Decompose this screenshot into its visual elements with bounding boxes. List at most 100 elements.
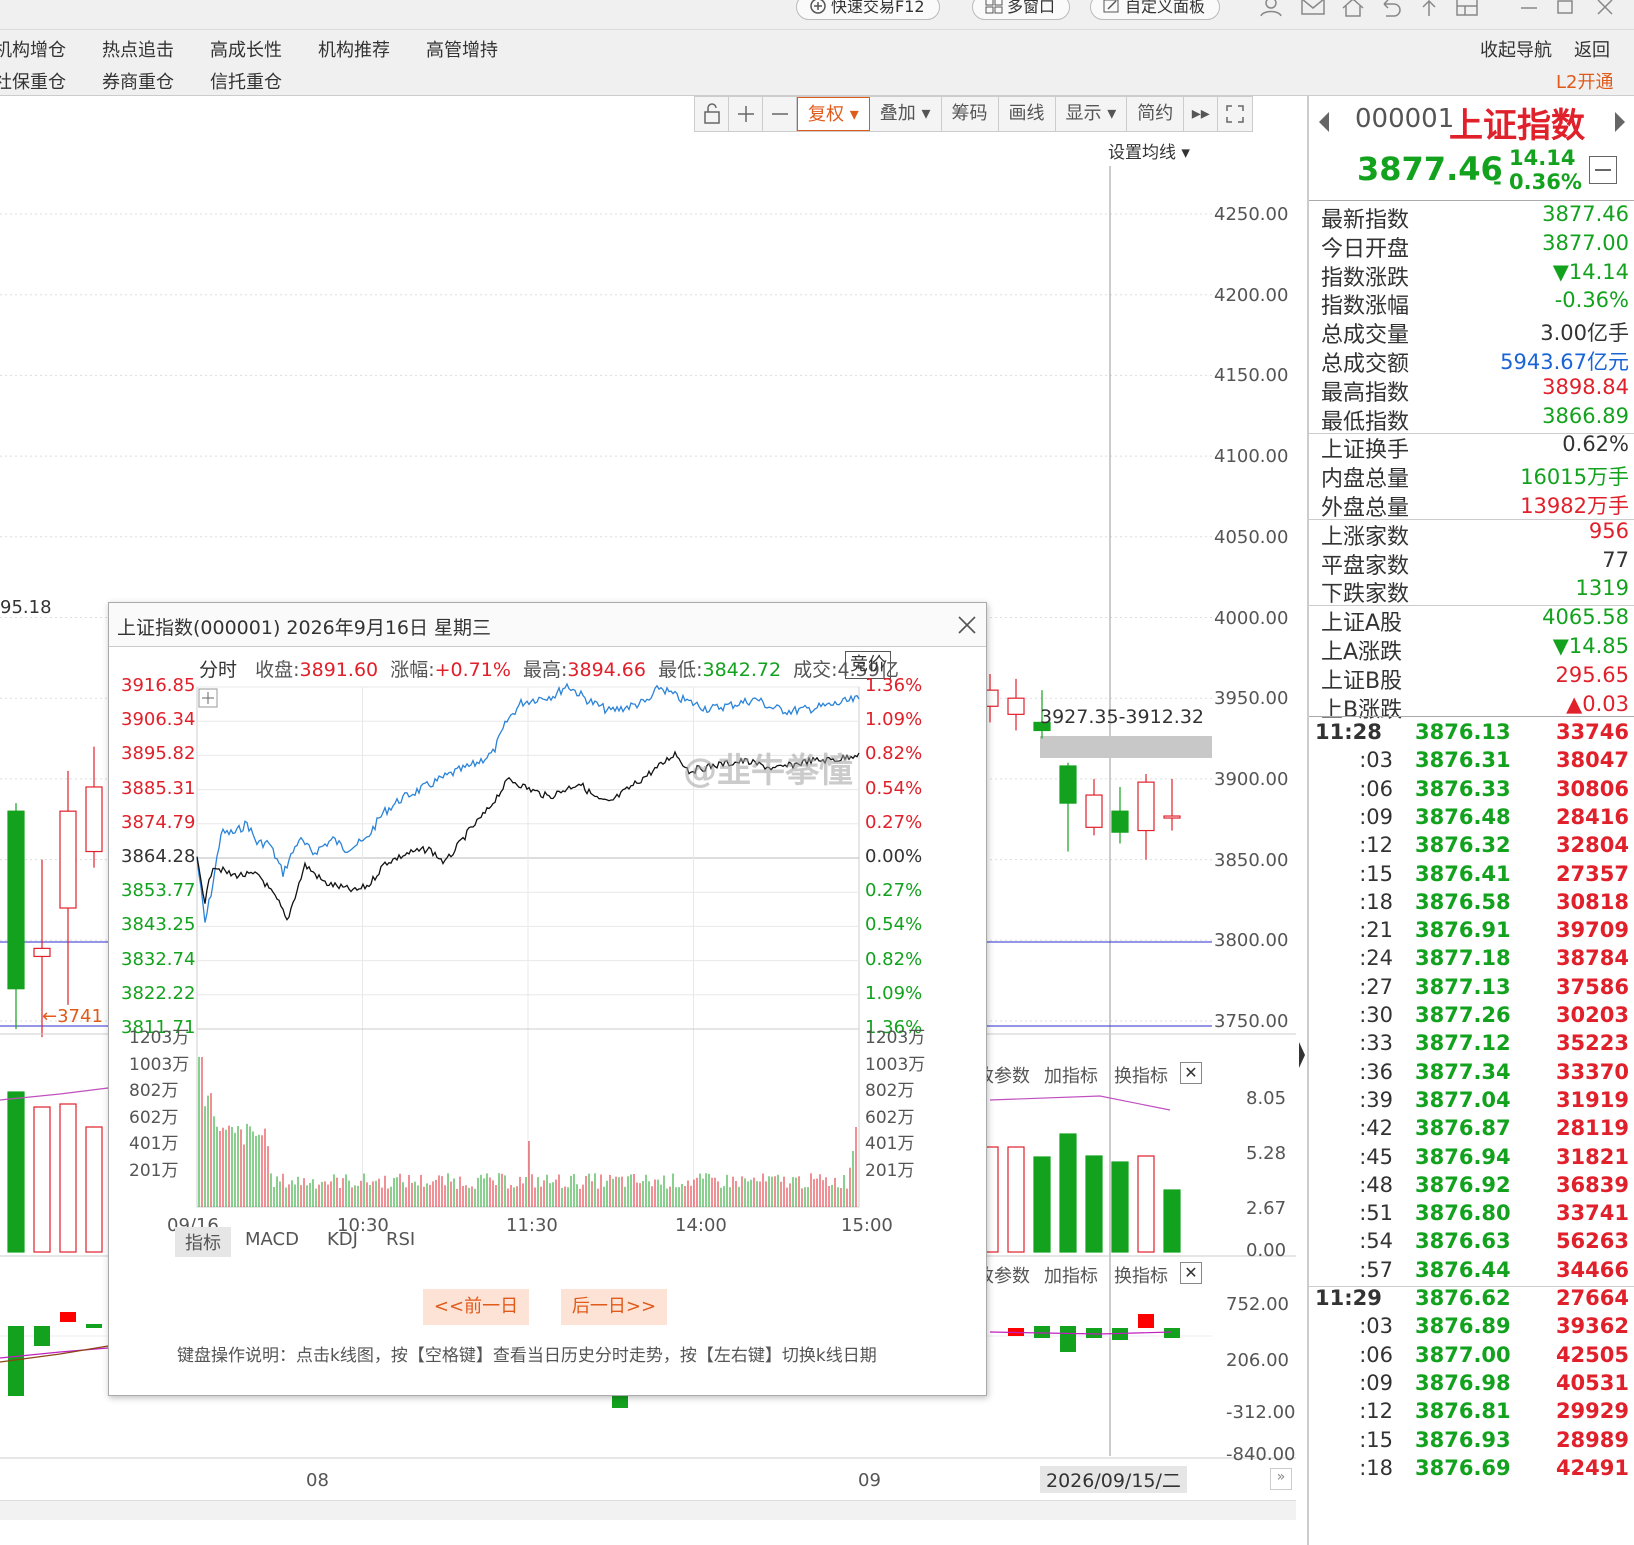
tab-rsi[interactable]: RSI [372, 1227, 429, 1257]
tab-indicator[interactable]: 指标 [175, 1227, 231, 1257]
tab-kdj[interactable]: KDJ [313, 1227, 372, 1257]
nav-item[interactable]: 高管增持 [426, 36, 498, 62]
tick-price: 3877.18 [1415, 946, 1511, 971]
fuquan-dropdown[interactable]: 复权 ▾ [797, 97, 870, 131]
tick-price: 3876.91 [1415, 918, 1511, 943]
multi-window-button[interactable]: 多窗口 [972, 0, 1071, 20]
maximize-icon[interactable] [1552, 0, 1578, 20]
nav-item[interactable]: 信托重仓 [210, 68, 282, 94]
add-indicator-tab[interactable]: 加指标 [1044, 1262, 1098, 1288]
tab-macd[interactable]: MACD [231, 1227, 313, 1257]
price-axis-label: 3900.00 [1214, 768, 1289, 790]
popup-pct-label: 1.09% [865, 709, 923, 731]
popup-pct-label: 0.27% [865, 880, 923, 902]
set-ma-dropdown[interactable]: 设置均线 ▾ [1108, 138, 1190, 163]
collapse-nav-link[interactable]: 收起导航 [1480, 36, 1552, 62]
close-window-icon[interactable] [1592, 0, 1618, 20]
popup-price-label: 3853.77 [121, 880, 196, 902]
popup-time-label: 11:30 [506, 1215, 558, 1236]
tick-row: :15 3876.41 27357 [1315, 862, 1634, 891]
tick-row: :57 3876.44 34466 [1315, 1258, 1634, 1287]
undo-icon[interactable] [1378, 0, 1404, 20]
tick-row: :30 3877.26 30203 [1315, 1003, 1634, 1032]
fast-forward-icon[interactable]: ▸▸ [1184, 97, 1219, 131]
tick-time: :51 [1359, 1201, 1393, 1226]
next-stock-icon[interactable] [1613, 110, 1627, 138]
tick-price: 3876.87 [1415, 1116, 1511, 1141]
close-subpanel-icon[interactable]: ✕ [1180, 1262, 1202, 1284]
nav-item[interactable]: 高成长性 [210, 36, 282, 62]
minimize-icon[interactable] [1516, 0, 1542, 20]
l2-open-link[interactable]: L2开通 [1556, 68, 1613, 94]
left-price-label: 95.18 [0, 597, 52, 618]
intraday-chart[interactable] [109, 603, 986, 1395]
intraday-popup[interactable]: 上证指数(000001) 2026年9月16日 星期三 分时 收盘:3891.6… [108, 602, 987, 1396]
tick-price: 3877.12 [1415, 1031, 1511, 1056]
tick-volume: 28119 [1555, 1116, 1629, 1141]
next-day-button[interactable]: 后一日>> [561, 1289, 667, 1325]
title-bar: 快速交易F12 多窗口 自定义面板 [0, 0, 1634, 30]
zoom-out-icon[interactable] [763, 97, 797, 131]
quote-label: 上B涨跌 [1321, 697, 1403, 723]
horizontal-scrollbar[interactable] [0, 1500, 1296, 1520]
add-indicator-tab[interactable]: 加指标 [1044, 1062, 1098, 1088]
volume-bar [1163, 1189, 1181, 1253]
lock-icon[interactable] [695, 97, 729, 131]
overlay-dropdown[interactable]: 叠加 ▾ [870, 97, 942, 131]
quick-trade-button[interactable]: 快速交易F12 [796, 0, 940, 20]
tick-volume: 39362 [1555, 1314, 1629, 1339]
scroll-right-icon[interactable]: » [1270, 1468, 1292, 1490]
zoom-in-icon[interactable] [729, 97, 763, 131]
ma-line [989, 1095, 1171, 1111]
panel-toggle-icon[interactable] [1298, 1040, 1306, 1070]
display-dropdown[interactable]: 显示 ▾ [1056, 97, 1128, 131]
tick-price: 3876.31 [1415, 748, 1511, 773]
price-axis-label: 4100.00 [1214, 446, 1289, 468]
custom-panel-button[interactable]: 自定义面板 [1090, 0, 1221, 20]
range-label: 3927.35-3912.32 [1040, 706, 1204, 728]
prev-stock-icon[interactable] [1317, 110, 1331, 138]
simple-mode-button[interactable]: 简约 [1127, 97, 1185, 131]
tick-price: 3876.94 [1415, 1144, 1511, 1169]
close-subpanel-icon[interactable]: ✕ [1180, 1062, 1202, 1084]
draw-line-button[interactable]: 画线 [999, 97, 1056, 131]
fullscreen-icon[interactable] [1218, 97, 1252, 131]
candle-body [1163, 815, 1181, 819]
nav-item[interactable]: 机构推荐 [318, 36, 390, 62]
tick-row: :33 3877.12 35223 [1315, 1031, 1634, 1060]
collapse-quote-icon[interactable] [1589, 156, 1617, 184]
tick-volume: 34466 [1555, 1257, 1629, 1282]
tick-time: :42 [1359, 1116, 1393, 1141]
home-icon[interactable] [1340, 0, 1366, 20]
popup-price-label: 3874.79 [121, 811, 196, 833]
candle-body [85, 786, 103, 853]
mail-icon[interactable] [1300, 0, 1326, 20]
tick-price: 3876.63 [1415, 1229, 1511, 1254]
tick-volume: 31919 [1555, 1087, 1629, 1112]
swap-indicator-tab[interactable]: 换指标 [1114, 1062, 1168, 1088]
tick-volume: 30203 [1555, 1003, 1629, 1027]
tick-price: 3876.80 [1415, 1201, 1511, 1226]
back-link[interactable]: 返回 [1574, 36, 1610, 62]
quote-value: 77 [1602, 547, 1629, 572]
price-axis-label: 4050.00 [1214, 526, 1289, 548]
price-change: - 14.14 [1493, 146, 1576, 170]
upload-icon[interactable] [1416, 0, 1442, 20]
volume-axis-label: 0.00 [1246, 1240, 1287, 1261]
popup-price-label: 3864.28 [121, 846, 196, 867]
layout-icon[interactable] [1454, 0, 1480, 20]
nav-item[interactable]: 热点追击 [102, 36, 174, 62]
quote-value: 16015万手 [1520, 465, 1629, 490]
popup-pct-label: 0.27% [865, 811, 923, 833]
user-icon[interactable] [1258, 0, 1284, 20]
quote-label: 指数涨跌 [1321, 265, 1410, 291]
tick-volume: 42491 [1555, 1455, 1629, 1480]
chips-button[interactable]: 筹码 [942, 97, 999, 131]
prev-day-button[interactable]: <<前一日 [423, 1289, 529, 1325]
swap-indicator-tab[interactable]: 换指标 [1114, 1262, 1168, 1288]
nav-item[interactable]: 机构增仓 [0, 36, 66, 62]
tick-price: 3876.44 [1415, 1257, 1511, 1282]
popup-price-label: 3916.85 [121, 675, 196, 696]
nav-item[interactable]: 社保重仓 [0, 68, 66, 94]
nav-item[interactable]: 券商重仓 [102, 68, 174, 94]
